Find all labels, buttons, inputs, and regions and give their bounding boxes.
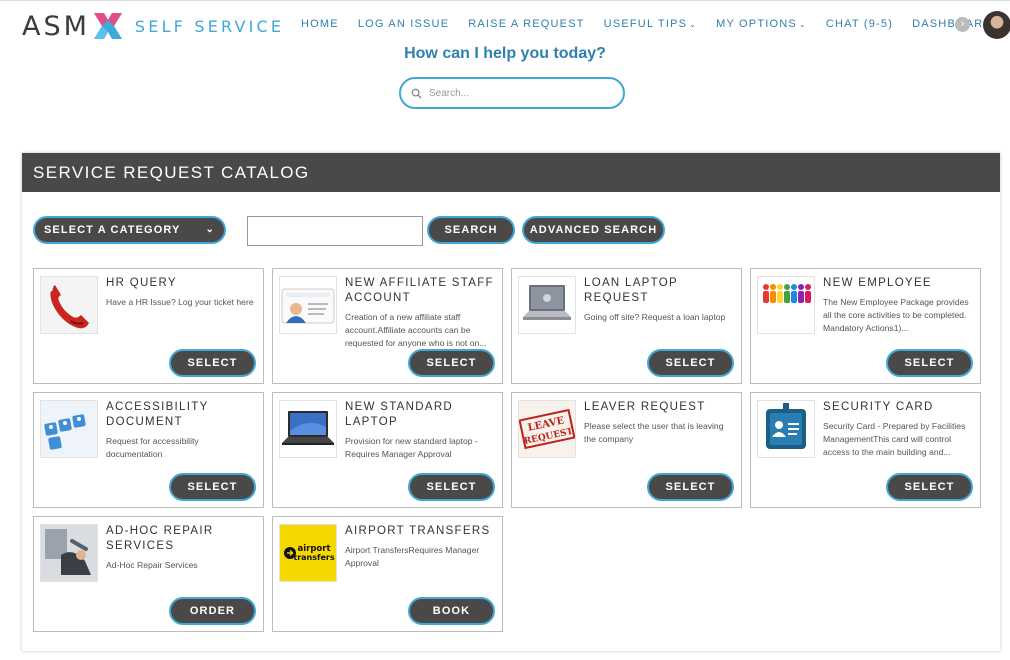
card-title: LOAN LAPTOP REQUEST [584,277,678,304]
catalog-card-leaver-request[interactable]: LEAVE REQUEST LEAVER REQUEST Please sele… [511,392,742,508]
chevron-down-icon: ⌄ [205,224,215,235]
nav-label: HOME [301,18,339,30]
nav-useful-tips[interactable]: USEFUL TIPS ⌄ [604,18,697,30]
laptop-icon [518,276,576,334]
card-description: Security Card - Prepared by Facilities M… [823,421,966,457]
card-title: NEW EMPLOYEE [823,277,932,289]
leave-request-stamp-icon: LEAVE REQUEST [518,400,576,458]
main-nav: HOME LOG AN ISSUE RAISE A REQUEST USEFUL… [301,18,1010,30]
nav-label: CHAT (9-5) [825,18,894,30]
category-select-label: SELECT A CATEGORY [44,224,181,236]
card-title: HR QUERY [106,277,177,289]
badge-icon [757,400,815,458]
catalog-card-new-standard-laptop[interactable]: NEW STANDARD LAPTOP Provision for new st… [272,392,503,508]
nav-chat[interactable]: CHAT (9-5) [826,18,893,30]
logo-subtitle: SELF SERVICE [134,16,285,36]
nav-label: RAISE A REQUEST [468,18,585,30]
asm-logo[interactable]: ASM SELF SERVICE [22,9,284,43]
logo-x-icon [93,13,122,39]
card-description: Creation of a new affiliate staff accoun… [345,312,487,348]
catalog-card-new-employee[interactable]: NEW EMPLOYEE The New Employee Package pr… [750,268,981,384]
catalog-card-airport-transfers[interactable]: airport transfers AIRPORT TRANSFERS Airp… [272,516,503,632]
svg-text:transfers: transfers [293,553,334,562]
select-button[interactable]: SELECT [647,473,734,501]
id-card-icon [279,276,337,334]
laptop-icon [279,400,337,458]
card-title: NEW AFFILIATE STAFF ACCOUNT [345,277,494,304]
chevron-down-icon: ⌄ [798,20,807,29]
card-description: Request for accessibility documentation [106,436,199,459]
avatar[interactable] [983,11,1010,39]
card-description: The New Employee Package provides all th… [823,297,969,333]
search-input[interactable] [427,86,611,100]
search-button[interactable]: SEARCH [427,216,515,244]
help-heading: How can I help you today? [404,45,606,62]
telephone-icon [40,276,98,334]
nav-my-options[interactable]: MY OPTIONS ⌄ [716,18,807,30]
order-button[interactable]: ORDER [169,597,256,625]
nav-log-an-issue[interactable]: LOG AN ISSUE [358,18,449,30]
select-button[interactable]: SELECT [408,349,495,377]
catalog-title: SERVICE REQUEST CATALOG [22,153,1000,192]
global-search [399,77,625,109]
top-navigation-bar: ASM SELF SERVICE HOME LOG AN ISSUE RAISE… [0,0,1010,51]
catalog-card-accessibility-document[interactable]: ACCESSIBILITY DOCUMENT Request for acces… [33,392,264,508]
select-button[interactable]: SELECT [886,349,973,377]
card-description: Airport TransfersRequires Manager Approv… [345,545,480,568]
catalog-search-input[interactable] [247,216,423,246]
card-description: Please select the user that is leaving t… [584,421,724,444]
select-button[interactable]: SELECT [886,473,973,501]
book-button[interactable]: BOOK [408,597,495,625]
card-title: AD-HOC REPAIR SERVICES [106,525,214,552]
category-select[interactable]: SELECT A CATEGORY ⌄ [33,216,226,244]
catalog-card-loan-laptop-request[interactable]: LOAN LAPTOP REQUEST Going off site? Requ… [511,268,742,384]
advanced-search-button[interactable]: ADVANCED SEARCH [522,216,665,244]
people-icon [757,276,815,334]
accessibility-icon [40,400,98,458]
select-button[interactable]: SELECT [169,473,256,501]
select-button[interactable]: SELECT [647,349,734,377]
card-title: AIRPORT TRANSFERS [345,525,491,537]
card-title: LEAVER REQUEST [584,401,706,413]
airport-transfers-icon: airport transfers [279,524,337,582]
chevron-right-icon[interactable]: › [955,17,970,32]
card-title: NEW STANDARD LAPTOP [345,401,454,428]
nav-home[interactable]: HOME [301,18,339,30]
card-title: SECURITY CARD [823,401,934,413]
service-request-catalog: SERVICE REQUEST CATALOG SELECT A CATEGOR… [22,153,1000,651]
select-button[interactable]: SELECT [169,349,256,377]
card-description: Going off site? Request a loan laptop [584,312,726,322]
nav-label: LOG AN ISSUE [357,18,450,30]
repair-icon [40,524,98,582]
chevron-down-icon: ⌄ [689,20,698,29]
select-button[interactable]: SELECT [408,473,495,501]
logo-text: ASM [22,10,90,42]
catalog-card-security-card[interactable]: SECURITY CARD Security Card - Prepared b… [750,392,981,508]
nav-label: MY OPTIONS [716,18,797,30]
card-title: ACCESSIBILITY DOCUMENT [106,401,209,428]
nav-label: USEFUL TIPS [603,18,688,30]
card-description: Ad-Hoc Repair Services [106,560,198,570]
catalog-card-ad-hoc-repair-services[interactable]: AD-HOC REPAIR SERVICES Ad-Hoc Repair Ser… [33,516,264,632]
nav-raise-a-request[interactable]: RAISE A REQUEST [468,18,584,30]
card-description: Provision for new standard laptop - Requ… [345,436,478,459]
catalog-card-new-affiliate-staff-account[interactable]: NEW AFFILIATE STAFF ACCOUNT Creation of … [272,268,503,384]
search-icon [411,88,422,99]
catalog-card-hr-query[interactable]: HR QUERY Have a HR Issue? Log your ticke… [33,268,264,384]
card-description: Have a HR Issue? Log your ticket here [106,297,254,307]
